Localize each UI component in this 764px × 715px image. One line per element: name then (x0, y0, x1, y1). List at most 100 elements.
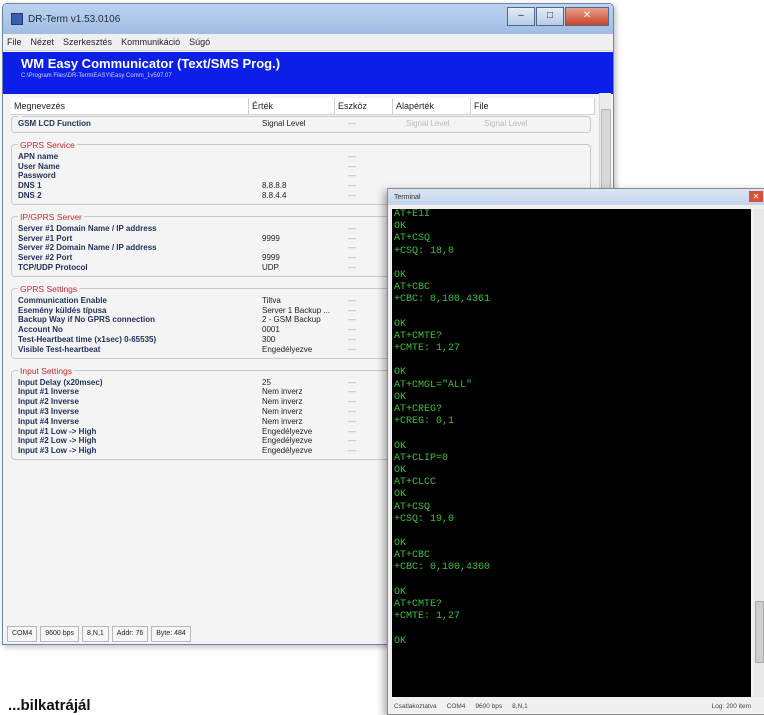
setting-value[interactable] (262, 243, 348, 253)
menu-file[interactable]: File (7, 37, 22, 47)
status-address: Addr: 76 (111, 626, 149, 642)
setting-value[interactable]: UDP (262, 263, 348, 273)
terminal-window: Terminal ✕ AT+E1I OK AT+CSQ +CSQ: 18,0 OK AT+… (387, 188, 764, 715)
setting-name: Input #2 Low -> High (18, 436, 97, 446)
setting-value[interactable]: Engedélyezve (262, 345, 348, 355)
setting-value[interactable]: Server 1 Backup ... (262, 306, 348, 316)
close-icon[interactable]: ✕ (565, 7, 609, 26)
setting-value[interactable] (262, 162, 348, 172)
setting-row[interactable]: User Name --- (18, 162, 584, 172)
setting-row[interactable]: Password --- (18, 171, 584, 181)
setting-value[interactable]: Nem inverz (262, 417, 348, 427)
terminal-output[interactable]: AT+E1I OK AT+CSQ +CSQ: 18,0 OK AT+CBC +CBC: 0,… (392, 209, 751, 697)
setting-value[interactable]: 0001 (262, 325, 348, 335)
window-controls: – □ ✕ (507, 7, 609, 26)
terminal-line: AT+CLIP=0 (394, 452, 449, 464)
setting-file (484, 171, 584, 181)
setting-device: --- (348, 161, 356, 171)
group-title: GPRS Service (20, 139, 75, 150)
setting-name: Server #2 Port (18, 253, 73, 263)
terminal-line: OK (394, 464, 407, 476)
terminal-title: Terminal (394, 193, 421, 201)
setting-device: --- (348, 171, 356, 181)
column-header-device[interactable]: Eszköz (335, 98, 393, 114)
setting-value[interactable] (262, 224, 348, 234)
setting-name: Input #4 Inverse (18, 416, 79, 426)
setting-name: Communication Enable (18, 295, 107, 305)
setting-default (406, 171, 484, 181)
terminal-close-icon[interactable]: ✕ (749, 191, 763, 202)
terminal-line: OK (394, 391, 407, 403)
setting-value[interactable]: Engedélyezve (262, 446, 348, 456)
setting-value[interactable]: 25 (262, 378, 348, 388)
setting-value[interactable] (262, 152, 348, 162)
terminal-line: OK (394, 367, 407, 379)
group-title: Input Settings (20, 365, 72, 376)
setting-value[interactable]: 9999 (262, 253, 348, 263)
menu-edit[interactable]: Szerkesztés (63, 37, 112, 47)
terminal-line: +CMTE: 1,27 (394, 611, 461, 623)
setting-value[interactable]: 300 (262, 335, 348, 345)
setting-value[interactable]: Nem inverz (262, 407, 348, 417)
column-header-default[interactable]: Alapérték (393, 98, 471, 114)
setting-value[interactable]: Engedélyezve (262, 436, 348, 446)
setting-default (406, 162, 484, 172)
column-header-file[interactable]: File (471, 98, 595, 114)
column-header-value[interactable]: Érték (249, 98, 335, 114)
setting-name: User Name (18, 161, 60, 171)
setting-value[interactable]: Tiltva (262, 296, 348, 306)
setting-row[interactable]: GSM LCD Function Signal Level --- Signal Le… (18, 119, 584, 129)
group-title: IP/GPRS Server (20, 211, 82, 222)
setting-value[interactable] (262, 171, 348, 181)
main-titlebar[interactable]: DR-Term v1.53.0106 – □ ✕ (3, 4, 613, 34)
terminal-line: +CMTE: 1,27 (394, 343, 461, 355)
setting-name: Backup Way if No GPRS connection (18, 315, 156, 325)
terminal-line: AT+CBC (394, 550, 431, 562)
terminal-line: AT+CREG? (394, 404, 443, 415)
setting-value[interactable]: Nem inverz (262, 387, 348, 397)
terminal-line: +CREG: 0,1 (394, 416, 455, 428)
window-title: DR-Term v1.53.0106 (28, 13, 121, 25)
terminal-status-format: 8,N,1 (512, 702, 528, 710)
setting-name: Input #3 Inverse (18, 406, 79, 416)
terminal-line: AT+CMTE? (394, 599, 443, 610)
setting-value[interactable]: 2 - GSM Backup (262, 315, 348, 325)
terminal-line: OK (394, 269, 407, 281)
setting-value[interactable]: Nem inverz (262, 397, 348, 407)
terminal-line: OK (394, 635, 407, 647)
terminal-line: +CSQ: 18,0 (394, 245, 455, 257)
settings-group: GSM LCD Function Signal Level --- Signal Le… (11, 116, 591, 133)
minimize-icon[interactable]: – (507, 7, 535, 26)
setting-name: Server #1 Domain Name / IP address (18, 223, 157, 233)
setting-file (484, 162, 584, 172)
setting-name: Input Delay (x20msec) (18, 377, 103, 387)
setting-row[interactable]: APN name --- (18, 152, 584, 162)
terminal-line: OK (394, 538, 407, 550)
status-bytes: Byte: 484 (151, 626, 191, 642)
terminal-line: OK (394, 489, 407, 501)
setting-value[interactable]: 9999 (262, 234, 348, 244)
menu-help[interactable]: Súgó (189, 37, 210, 47)
setting-device: --- (348, 119, 356, 128)
column-header-name[interactable]: Megnevezés (11, 98, 249, 114)
setting-value[interactable]: 8.8.8.8 (262, 181, 348, 191)
terminal-line: +CBC: 0,100,4360 (394, 562, 491, 574)
menu-communication[interactable]: Kommunikáció (121, 37, 180, 47)
setting-file: Signal Level (484, 119, 528, 128)
status-format: 8,N,1 (82, 626, 109, 642)
setting-default (406, 152, 484, 162)
terminal-titlebar[interactable]: Terminal ✕ (388, 189, 764, 205)
maximize-icon[interactable]: □ (536, 7, 564, 26)
setting-value[interactable]: Signal Level (262, 119, 348, 129)
setting-value[interactable]: 8.8.4.4 (262, 191, 348, 201)
menu-view[interactable]: Nézet (31, 37, 55, 47)
setting-name: APN name (18, 151, 59, 161)
terminal-scrollbar-thumb[interactable] (755, 601, 764, 663)
terminal-scrollbar[interactable] (754, 209, 764, 697)
setting-value[interactable]: Engedélyezve (262, 427, 348, 437)
setting-name: Esemény küldés típusa (18, 305, 107, 315)
